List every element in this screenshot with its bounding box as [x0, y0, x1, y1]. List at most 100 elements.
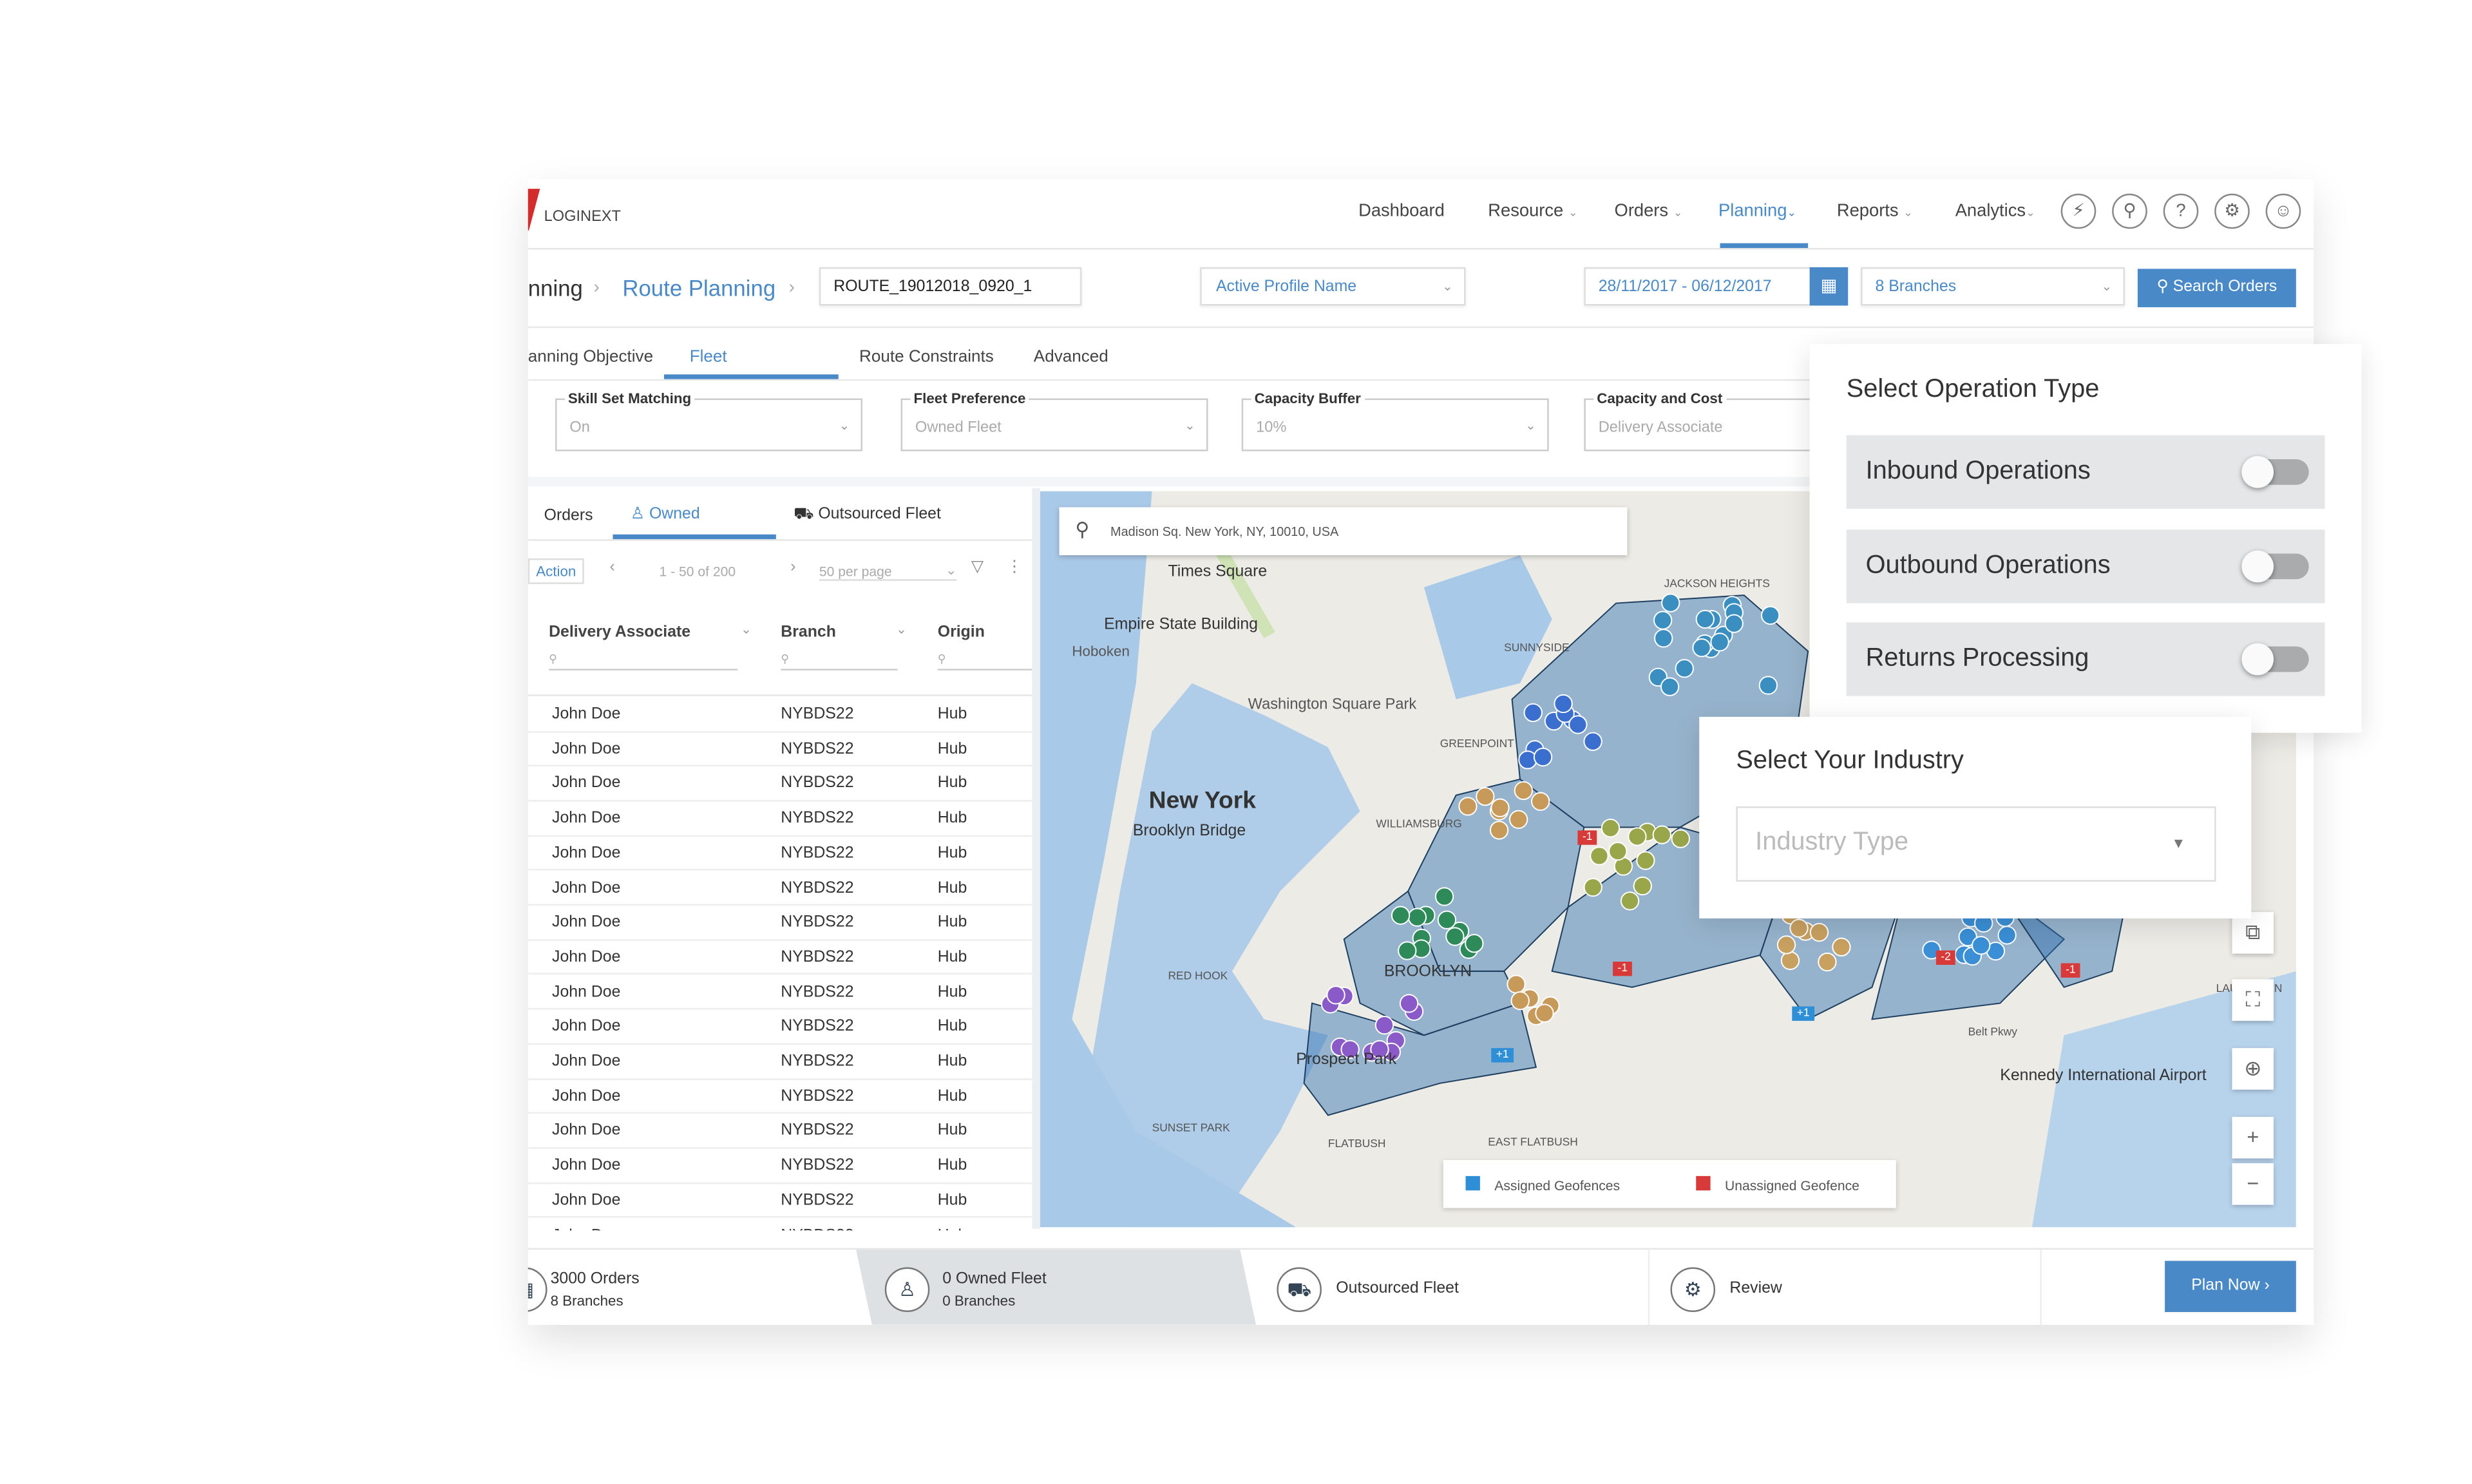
table-row[interactable]: John Doe NYBDS22 Hub	[528, 696, 1032, 732]
delivery-point-marker[interactable]	[1568, 715, 1588, 734]
table-row[interactable]: John Doe NYBDS22 Hub	[528, 974, 1032, 1010]
help-icon[interactable]: ?	[2163, 193, 2199, 229]
delivery-point-marker[interactable]	[1531, 792, 1550, 811]
delivery-point-marker[interactable]	[1818, 952, 1837, 972]
delivery-point-marker[interactable]	[1661, 593, 1680, 613]
search-orders-button[interactable]: ⚲ Search Orders	[2137, 269, 2296, 307]
delivery-point-marker[interactable]	[1458, 797, 1478, 816]
unassigned-checkbox[interactable]	[1696, 1175, 1711, 1191]
delivery-point-marker[interactable]	[1780, 951, 1800, 971]
chevron-down-icon[interactable]: ⌄	[896, 622, 907, 636]
more-options-icon[interactable]: ⋮	[1007, 558, 1023, 576]
delivery-point-marker[interactable]	[1997, 926, 2017, 945]
date-range-input[interactable]: 28/11/2017 - 06/12/2017	[1584, 267, 1812, 306]
tab-fleet[interactable]: Fleet	[690, 347, 727, 366]
origin-filter-input[interactable]: ⚲	[937, 653, 1032, 671]
delivery-point-marker[interactable]	[1533, 747, 1553, 767]
delivery-point-marker[interactable]	[1652, 825, 1671, 844]
industry-type-select[interactable]: Industry Type ▼	[1736, 806, 2216, 882]
per-page-select[interactable]: 50 per page ⌄	[819, 562, 957, 581]
delivery-point-marker[interactable]	[1692, 638, 1711, 658]
delivery-point-marker[interactable]	[1514, 781, 1533, 801]
delivery-point-marker[interactable]	[1554, 694, 1573, 714]
table-row[interactable]: John Doe NYBDS22 Hub	[528, 939, 1032, 976]
outbound-operations-toggle[interactable]	[2241, 550, 2309, 583]
search-icon[interactable]: ⚲	[2112, 193, 2147, 229]
assigned-checkbox[interactable]	[1465, 1175, 1480, 1191]
skill-set-matching-select[interactable]: Skill Set Matching On ⌄	[555, 390, 862, 452]
panel-splitter[interactable]	[1032, 488, 1040, 1229]
delivery-point-marker[interactable]	[1654, 629, 1673, 648]
nav-planning[interactable]: Planning⌄	[1718, 202, 1796, 221]
delivery-point-marker[interactable]	[1407, 908, 1427, 927]
delivery-point-marker[interactable]	[1601, 819, 1621, 838]
geofence-count-badge[interactable]: -1	[2060, 963, 2081, 978]
delivery-point-marker[interactable]	[1809, 922, 1829, 942]
delivery-point-marker[interactable]	[1636, 851, 1655, 870]
gear-icon[interactable]: ⚙	[2214, 193, 2250, 229]
delivery-point-marker[interactable]	[1476, 786, 1495, 806]
delivery-point-marker[interactable]	[1445, 927, 1465, 946]
delivery-point-marker[interactable]	[1326, 985, 1345, 1005]
table-row[interactable]: John Doe NYBDS22 Hub	[528, 1078, 1032, 1114]
delivery-point-marker[interactable]	[1628, 827, 1647, 846]
delivery-point-marker[interactable]	[1695, 609, 1715, 629]
table-row[interactable]: John Doe NYBDS22 Hub	[528, 870, 1032, 906]
delivery-point-marker[interactable]	[1710, 633, 1729, 652]
table-row[interactable]: John Doe NYBDS22 Hub	[528, 1217, 1032, 1230]
fullscreen-icon[interactable]: ⛶	[2232, 979, 2274, 1021]
geofence-count-badge[interactable]: +1	[1792, 1006, 1815, 1021]
calendar-button[interactable]: ▦	[1809, 267, 1849, 306]
map-search-input[interactable]: ⚲ Madison Sq. New York, NY, 10010, USA	[1059, 507, 1628, 556]
delivery-point-marker[interactable]	[1590, 846, 1609, 866]
table-row[interactable]: John Doe NYBDS22 Hub	[528, 835, 1032, 871]
panel-tab-owned[interactable]: ♙ Owned	[631, 506, 700, 523]
tab-advanced[interactable]: Advanced	[1034, 347, 1108, 366]
capacity-buffer-select[interactable]: Capacity Buffer 10% ⌄	[1241, 390, 1549, 452]
delivery-point-marker[interactable]	[1758, 676, 1778, 695]
delivery-point-marker[interactable]	[1489, 821, 1509, 840]
nav-analytics[interactable]: Analytics⌄	[1955, 202, 2035, 221]
next-page-button[interactable]: ›	[790, 558, 795, 576]
panel-tab-outsourced[interactable]: ⛟ Outsourced Fleet	[794, 506, 941, 526]
delivery-point-marker[interactable]	[1761, 605, 1780, 625]
inbound-operations-toggle[interactable]	[2241, 455, 2309, 488]
table-row[interactable]: John Doe NYBDS22 Hub	[528, 904, 1032, 941]
table-row[interactable]: John Doe NYBDS22 Hub	[528, 1043, 1032, 1080]
table-row[interactable]: John Doe NYBDS22 Hub	[528, 1009, 1032, 1045]
geofence-count-badge[interactable]: -1	[1613, 962, 1633, 976]
step-owned-fleet[interactable]: ♙ 0 Owned Fleet 0 Branches	[856, 1250, 1257, 1325]
branch-filter-input[interactable]: ⚲	[781, 653, 898, 671]
delivery-point-marker[interactable]	[1660, 677, 1680, 696]
table-row[interactable]: John Doe NYBDS22 Hub	[528, 1147, 1032, 1184]
route-name-input[interactable]: ROUTE_19012018_0920_1	[819, 267, 1082, 306]
branches-select[interactable]: 8 Branches ⌄	[1861, 267, 2125, 306]
tab-planning-objective[interactable]: anning Objective	[528, 347, 653, 366]
chevron-down-icon[interactable]: ⌄	[741, 622, 752, 636]
delivery-point-marker[interactable]	[1490, 798, 1510, 817]
table-row[interactable]: John Doe NYBDS22 Hub	[528, 731, 1032, 767]
delivery-point-marker[interactable]	[1620, 891, 1640, 911]
step-orders[interactable]: ▦ 3000 Orders8 Branches	[528, 1250, 856, 1325]
delivery-point-marker[interactable]	[1724, 614, 1744, 633]
lightning-icon[interactable]: ⚡︎	[2060, 193, 2096, 229]
delivery-point-marker[interactable]	[1583, 732, 1602, 751]
delivery-point-marker[interactable]	[1374, 1015, 1394, 1035]
breadcrumb-parent[interactable]: nning	[528, 275, 583, 301]
delivery-point-marker[interactable]	[1608, 841, 1628, 861]
delivery-point-marker[interactable]	[1391, 906, 1411, 925]
delivery-point-marker[interactable]	[1510, 991, 1530, 1011]
table-row[interactable]: John Doe NYBDS22 Hub	[528, 1182, 1032, 1219]
delivery-associate-filter-input[interactable]: ⚲	[549, 653, 738, 671]
delivery-point-marker[interactable]	[1671, 829, 1690, 848]
nav-dashboard[interactable]: Dashboard	[1358, 202, 1445, 221]
profile-select[interactable]: Active Profile Name ⌄	[1200, 267, 1466, 306]
delivery-point-marker[interactable]	[1633, 876, 1652, 896]
delivery-point-marker[interactable]	[1523, 703, 1543, 723]
delivery-point-marker[interactable]	[1465, 934, 1484, 953]
delivery-point-marker[interactable]	[1399, 994, 1419, 1013]
delivery-point-marker[interactable]	[1434, 887, 1454, 906]
action-button[interactable]: Action	[528, 558, 584, 584]
delivery-point-marker[interactable]	[1789, 918, 1809, 938]
geofence-count-badge[interactable]: +1	[1491, 1048, 1514, 1063]
